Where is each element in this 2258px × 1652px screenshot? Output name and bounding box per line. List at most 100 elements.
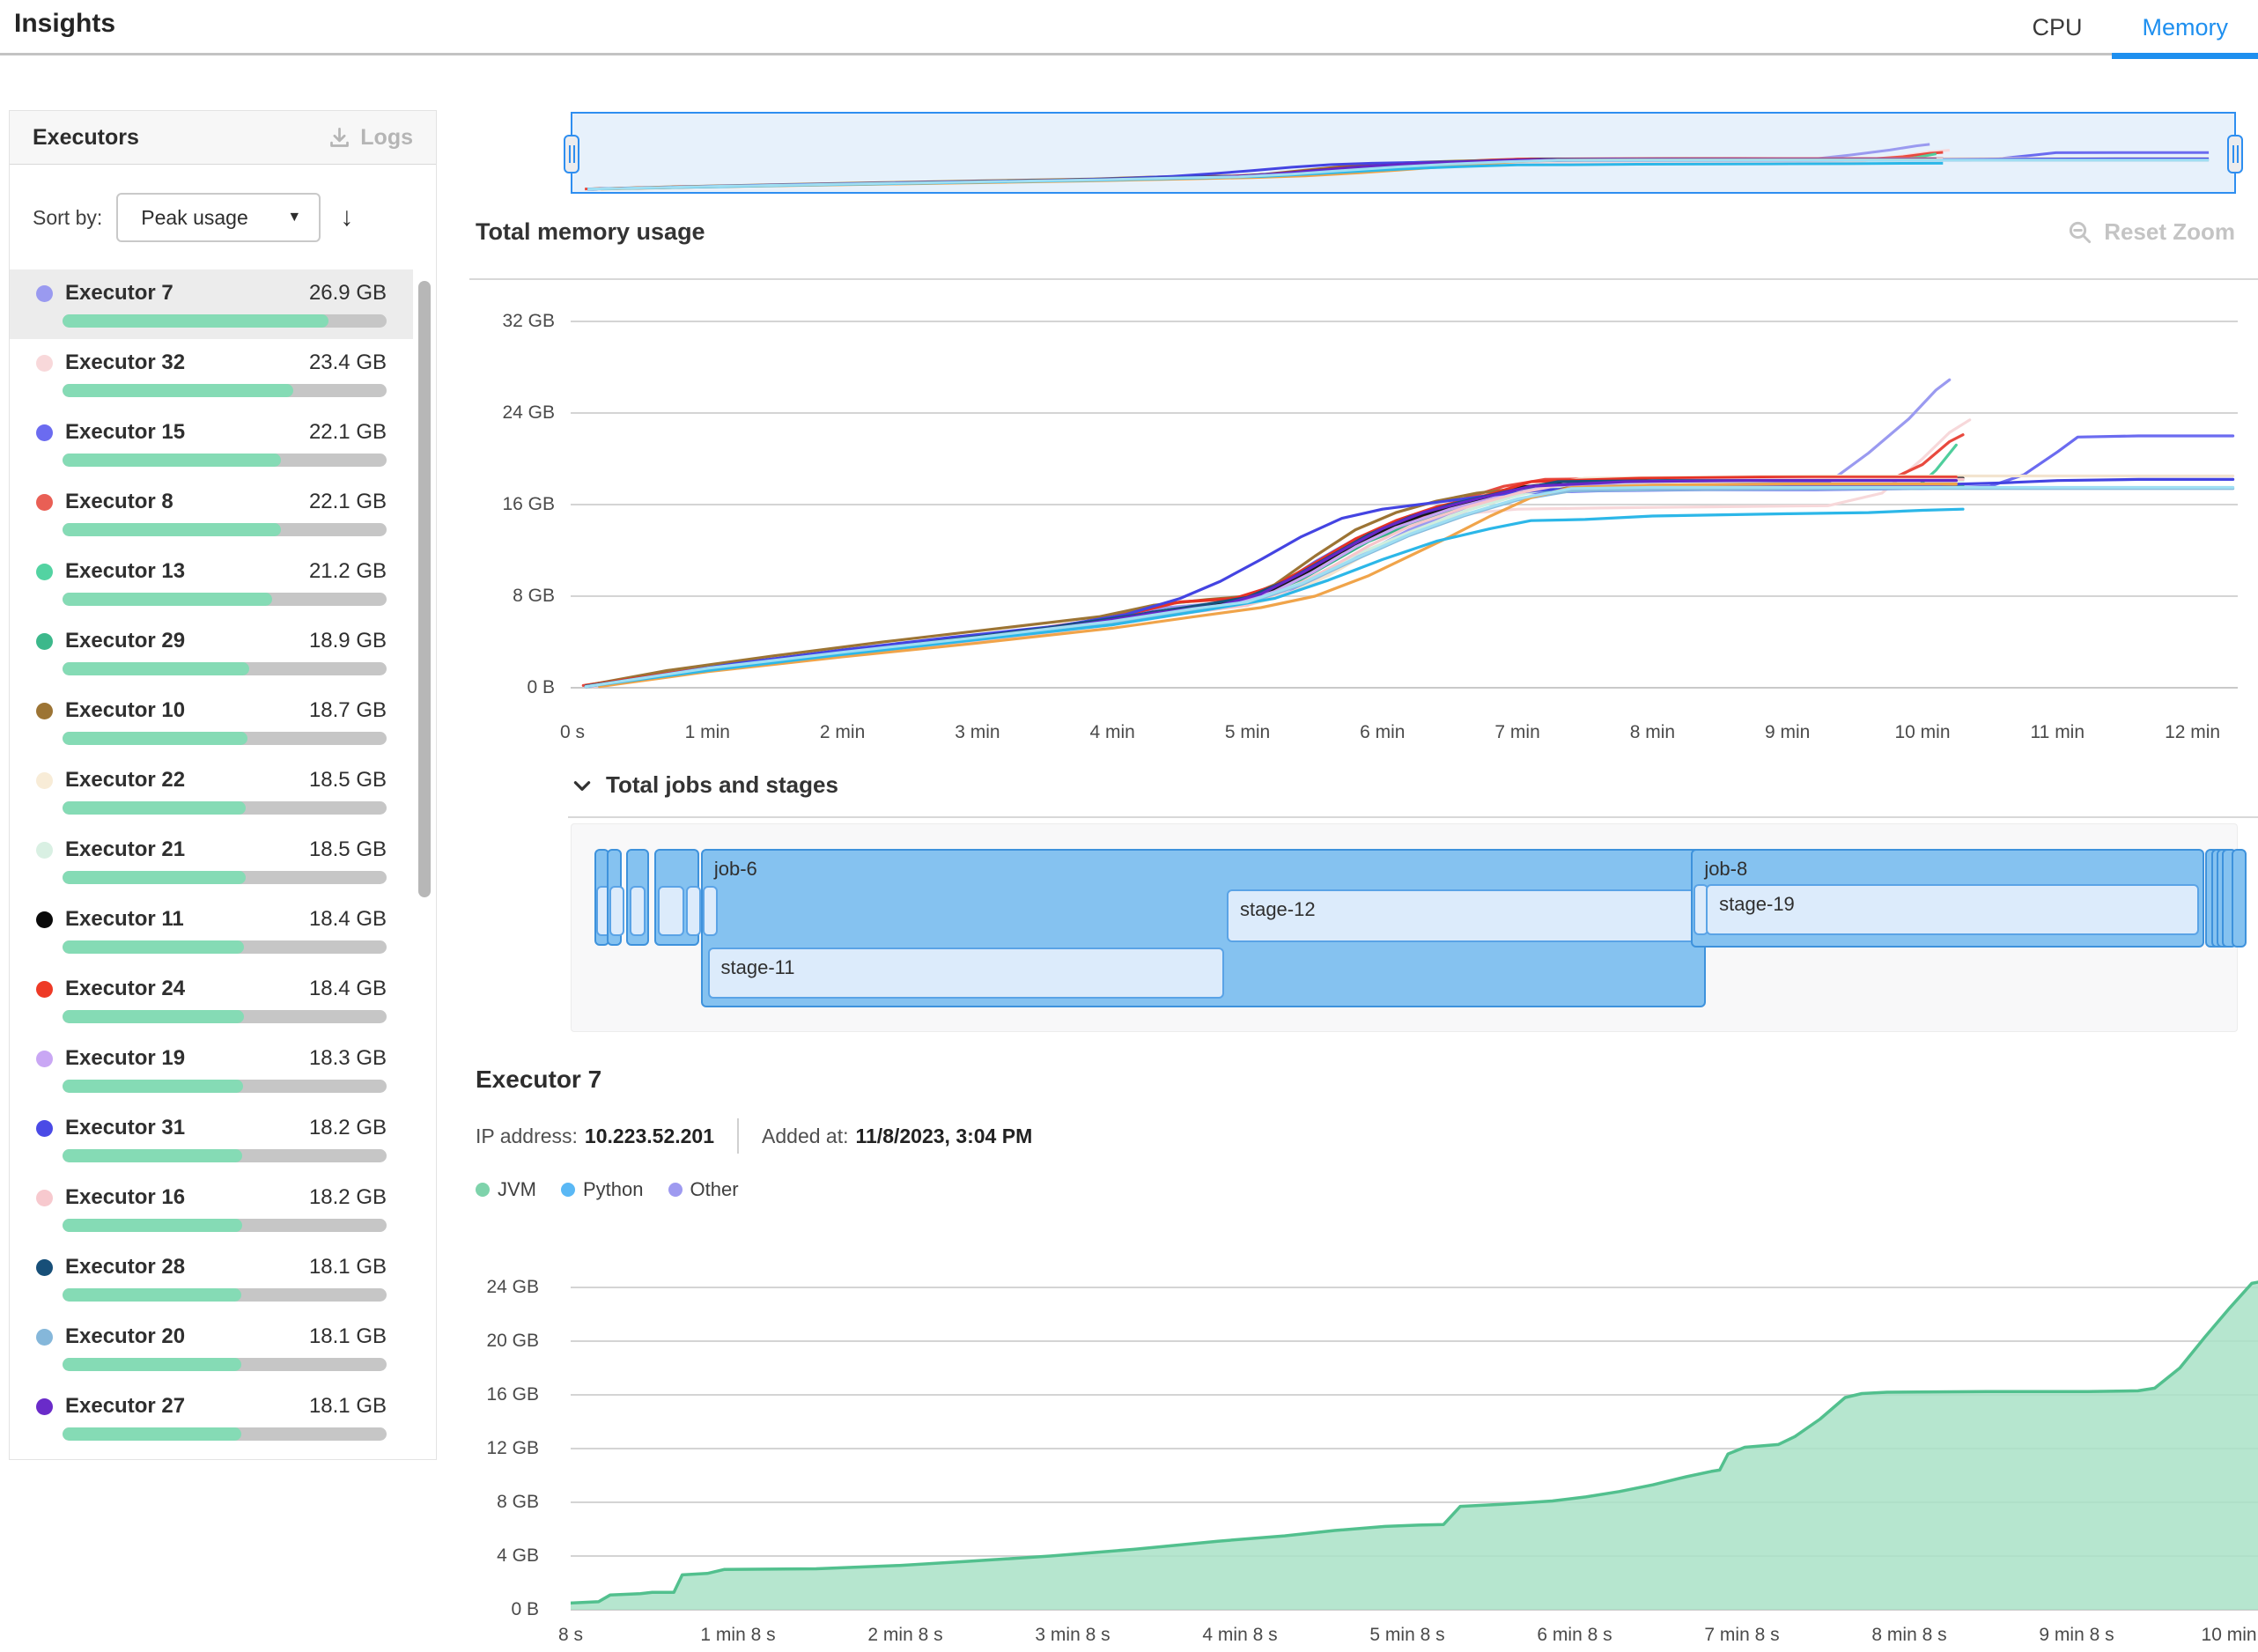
executor-list-item[interactable]: Executor 2818.1 GB <box>10 1243 413 1313</box>
executor-list-item[interactable]: Executor 822.1 GB <box>10 478 413 548</box>
stage-bar[interactable] <box>703 886 718 936</box>
executor-peak-value: 18.3 GB <box>309 1046 387 1071</box>
executor-list-item[interactable]: Executor 726.9 GB <box>10 269 413 339</box>
logs-button[interactable]: Logs <box>328 125 413 151</box>
job-bar[interactable] <box>2232 849 2247 948</box>
x-axis-label: 4 min 8 s <box>1202 1625 1277 1646</box>
executor-color-dot <box>36 564 53 580</box>
executor-color-dot <box>36 633 53 650</box>
executor-list-item[interactable]: Executor 1618.2 GB <box>10 1174 413 1243</box>
executor-usage-bar <box>63 1358 387 1371</box>
divider <box>568 816 2258 818</box>
executor-usage-bar <box>63 1288 387 1302</box>
y-axis-label: 0 B <box>442 1599 539 1620</box>
y-axis-label: 24 GB <box>442 1277 539 1298</box>
stage-bar[interactable] <box>630 886 646 936</box>
x-axis-label: 7 min <box>1494 722 1539 743</box>
executor-usage-bar-fill <box>63 732 247 745</box>
x-axis-label: 6 min <box>1360 722 1405 743</box>
divider <box>737 1118 739 1154</box>
logs-label: Logs <box>360 125 413 151</box>
x-axis-label: 1 min 8 s <box>700 1625 775 1646</box>
memory-chart-title: Total memory usage <box>476 218 705 246</box>
executor-usage-bar <box>63 871 387 884</box>
executor-name: Executor 10 <box>65 698 185 723</box>
executor-row: Executor 1321.2 GB <box>36 557 413 586</box>
stage-bar-stage-12[interactable]: stage-12 <box>1227 889 1701 942</box>
executor-peak-value: 18.7 GB <box>309 698 387 723</box>
sort-direction-button[interactable]: ↓ <box>340 203 353 232</box>
x-axis-label: 7 min 8 s <box>1704 1625 1779 1646</box>
executor-list-item[interactable]: Executor 10 18.7 GB <box>10 687 413 756</box>
ip-value: 10.223.52.201 <box>585 1125 714 1148</box>
executor-usage-bar <box>63 1149 387 1162</box>
stage-bar-stage-11[interactable]: stage-11 <box>708 948 1224 999</box>
brush-handle-left[interactable] <box>564 135 579 173</box>
reset-zoom-button[interactable]: Reset Zoom <box>2067 218 2235 246</box>
executor-name: Executor 19 <box>65 1046 185 1071</box>
executor-detail-title: Executor 7 <box>476 1066 601 1094</box>
executor-name: Executor 20 <box>65 1324 185 1349</box>
executor-name: Executor 8 <box>65 490 173 514</box>
brush-handle-right[interactable] <box>2227 135 2243 173</box>
x-axis-label: 8 min <box>1630 722 1675 743</box>
executor-row: Executor 1522.1 GB <box>36 417 413 447</box>
stage-bar[interactable] <box>609 886 624 936</box>
executor-list-item[interactable]: Executor 2218.5 GB <box>10 756 413 826</box>
executor-row: Executor 1618.2 GB <box>36 1183 413 1213</box>
zoom-brush[interactable] <box>571 112 2236 194</box>
memory-series-Executor 7 <box>586 380 1949 686</box>
stage-bar[interactable] <box>658 886 684 936</box>
sort-select[interactable]: Peak usage ▼ <box>116 193 321 242</box>
executor-list-item[interactable]: Executor 2718.1 GB <box>10 1383 413 1452</box>
executor-usage-bar <box>63 1219 387 1232</box>
executor-row: Executor 2718.1 GB <box>36 1391 413 1421</box>
executor-list-item[interactable]: Executor 3223.4 GB <box>10 339 413 409</box>
insights-page: Insights CPUMemory Executors Logs Sort b… <box>0 0 2258 1652</box>
executor-color-dot <box>36 1329 53 1346</box>
chevron-down-icon: ▼ <box>287 210 301 225</box>
executor-row: Executor 822.1 GB <box>36 487 413 517</box>
x-axis-label: 9 min <box>1765 722 1810 743</box>
executor-name: Executor 11 <box>65 907 184 932</box>
executor-list-item[interactable]: Executor 2118.5 GB <box>10 826 413 896</box>
executor-peak-value: 18.1 GB <box>309 1394 387 1419</box>
tab-memory[interactable]: Memory <box>2112 0 2258 55</box>
executor-list-item[interactable]: Executor 1522.1 GB <box>10 409 413 478</box>
executor-color-dot <box>36 1051 53 1067</box>
x-axis-label: 11 min <box>2031 722 2085 743</box>
executor-list-scrollbar[interactable] <box>418 281 431 897</box>
stage-bar[interactable] <box>686 886 701 936</box>
executor-list-item[interactable]: Executor 2418.4 GB <box>10 965 413 1035</box>
jobs-stages-toggle[interactable]: Total jobs and stages <box>571 771 838 799</box>
executor-name: Executor 24 <box>65 977 185 1001</box>
executor-list-item[interactable]: Executor 1118.4 GB <box>10 896 413 965</box>
memory-series-executor-cyan <box>586 509 1963 687</box>
executor-name: Executor 32 <box>65 350 185 375</box>
executor-peak-value: 18.5 GB <box>309 837 387 862</box>
divider <box>469 278 2258 280</box>
executor-color-dot <box>36 1190 53 1206</box>
stage-bar-stage-19[interactable]: stage-19 <box>1706 884 2199 935</box>
executor-list-item[interactable]: Executor 2918.9 GB <box>10 617 413 687</box>
x-axis-label: 3 min 8 s <box>1035 1625 1110 1646</box>
tab-cpu[interactable]: CPU <box>2002 0 2112 55</box>
executor-peak-value: 18.1 GB <box>309 1255 387 1280</box>
executor-list-item[interactable]: Executor 3118.2 GB <box>10 1104 413 1174</box>
executor-usage-bar <box>63 593 387 606</box>
executor-usage-bar <box>63 662 387 675</box>
x-axis-label: 3 min <box>955 722 1000 743</box>
executor-list-item[interactable]: Executor 1321.2 GB <box>10 548 413 617</box>
executor-color-dot <box>36 355 53 372</box>
executor-usage-bar <box>63 454 387 467</box>
executor-row: Executor 2118.5 GB <box>36 835 413 865</box>
executor-name: Executor 13 <box>65 559 185 584</box>
executor-peak-value: 18.2 GB <box>309 1185 387 1210</box>
executor-list-item[interactable]: Executor 2018.1 GB <box>10 1313 413 1383</box>
executor-color-dot <box>36 1398 53 1415</box>
executor-usage-bar-fill <box>63 523 281 536</box>
executor-row: Executor 2418.4 GB <box>36 974 413 1004</box>
executors-panel-header: Executors Logs <box>10 111 436 165</box>
executor-list-item[interactable]: Executor 19 18.3 GB <box>10 1035 413 1104</box>
executor-name: Executor 22 <box>65 768 185 793</box>
